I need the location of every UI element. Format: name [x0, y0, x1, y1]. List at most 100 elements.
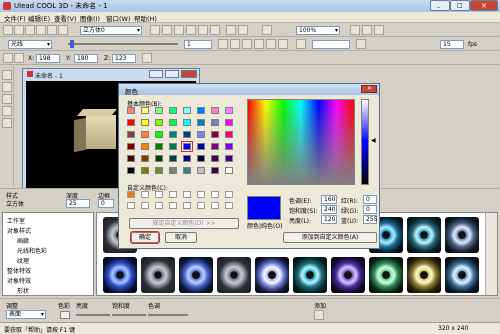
color-spectrum[interactable] — [247, 99, 355, 185]
basic-color-swatch[interactable] — [197, 167, 205, 174]
custom-color-swatch[interactable] — [211, 202, 219, 209]
hue-slider[interactable] — [148, 314, 188, 316]
custom-color-swatch[interactable] — [169, 202, 177, 209]
tree-item-gallery[interactable]: 画廊 — [17, 236, 29, 245]
basic-color-swatch[interactable] — [225, 143, 233, 150]
custom-color-swatch[interactable] — [155, 191, 163, 198]
cube-front-face[interactable] — [86, 115, 116, 149]
tree-item-object-effects[interactable]: 对象特效 — [7, 276, 31, 285]
fps-field[interactable]: 15 — [440, 40, 464, 49]
basic-color-swatch[interactable] — [169, 167, 177, 174]
basic-color-swatch[interactable] — [141, 167, 149, 174]
timeline-slider[interactable] — [68, 43, 178, 45]
undo-icon[interactable] — [262, 25, 272, 35]
gallery-thumb[interactable] — [217, 257, 251, 293]
basic-color-swatch[interactable] — [197, 107, 205, 114]
menu-window[interactable]: 窗口(W) — [106, 13, 131, 23]
delete-icon[interactable] — [238, 25, 248, 35]
frame-count-field[interactable] — [312, 40, 350, 49]
custom-color-swatch[interactable] — [127, 191, 135, 198]
save-icon[interactable] — [25, 25, 35, 35]
basic-color-swatch[interactable] — [211, 119, 219, 126]
custom-color-swatch[interactable] — [141, 191, 149, 198]
basic-color-swatch[interactable] — [155, 167, 163, 174]
basic-color-swatch[interactable] — [169, 107, 177, 114]
open-icon[interactable] — [14, 25, 24, 35]
menu-image[interactable]: 图像(I) — [80, 13, 100, 23]
basic-color-swatch[interactable] — [197, 131, 205, 138]
custom-color-swatch[interactable] — [183, 202, 191, 209]
basic-color-swatch[interactable] — [225, 167, 233, 174]
basic-color-swatch[interactable] — [183, 155, 191, 162]
rotate-tool-icon[interactable] — [2, 94, 12, 104]
custom-color-swatch[interactable] — [197, 202, 205, 209]
custom-color-swatch[interactable] — [225, 202, 233, 209]
reset-icon[interactable] — [142, 53, 152, 63]
basic-color-swatch[interactable] — [183, 131, 191, 138]
custom-color-swatch[interactable] — [155, 202, 163, 209]
next-frame-icon[interactable] — [266, 39, 276, 49]
object-combo[interactable]: 光线 — [8, 40, 52, 49]
menu-help[interactable]: 帮助(H) — [134, 13, 157, 23]
basic-color-swatch[interactable] — [141, 143, 149, 150]
gallery-thumb[interactable] — [331, 257, 365, 293]
menu-edit[interactable]: 编辑(E) — [28, 13, 50, 23]
last-frame-icon[interactable] — [278, 39, 288, 49]
basic-color-swatch[interactable] — [197, 119, 205, 126]
doc-maximize-button[interactable] — [165, 70, 179, 78]
zoom-in-icon[interactable] — [350, 25, 360, 35]
basic-color-swatch[interactable] — [211, 155, 219, 162]
fit-icon[interactable] — [374, 25, 384, 35]
frame-field[interactable]: 1 — [184, 40, 212, 49]
gallery-thumb[interactable] — [445, 217, 479, 253]
tree-item-studio[interactable]: 工作室 — [7, 216, 25, 225]
gallery-thumb[interactable] — [407, 257, 441, 293]
custom-color-swatch[interactable] — [169, 191, 177, 198]
hue-field[interactable]: 160 — [321, 195, 337, 204]
gallery-thumb[interactable] — [407, 217, 441, 253]
select-tool-icon[interactable] — [2, 70, 12, 80]
basic-color-swatch[interactable] — [211, 143, 219, 150]
gallery-thumb[interactable] — [369, 257, 403, 293]
gallery-thumb[interactable] — [141, 257, 175, 293]
luminance-slider[interactable] — [361, 99, 369, 185]
basic-color-swatch[interactable] — [211, 107, 219, 114]
doc-close-button[interactable] — [181, 70, 197, 78]
custom-color-swatch[interactable] — [211, 191, 219, 198]
new-icon[interactable] — [3, 25, 13, 35]
gallery-thumb[interactable] — [179, 257, 213, 293]
add-button[interactable] — [314, 310, 324, 320]
basic-color-swatch[interactable] — [155, 155, 163, 162]
preset-combo[interactable]: 立方体0 — [80, 26, 142, 35]
basic-color-swatch[interactable] — [169, 131, 177, 138]
adjust-combo[interactable]: 表面 — [6, 310, 46, 319]
green-field[interactable]: 0 — [363, 205, 377, 214]
basic-color-swatch[interactable] — [127, 107, 135, 114]
basic-color-swatch[interactable] — [225, 155, 233, 162]
luminance-arrow-icon[interactable]: ◀ — [371, 137, 376, 144]
basic-color-swatch[interactable] — [127, 143, 135, 150]
add-to-custom-colors-button[interactable]: 添加到自定义颜色(A) — [283, 232, 377, 243]
y-field[interactable]: 180 — [74, 54, 98, 63]
border-field[interactable]: 0 — [98, 199, 114, 208]
rotate-icon[interactable] — [14, 53, 24, 63]
tree-item-global-effects[interactable]: 整体特效 — [7, 266, 31, 275]
basic-color-swatch[interactable] — [183, 107, 191, 114]
sat-field[interactable]: 240 — [321, 205, 337, 214]
basic-color-swatch[interactable] — [127, 119, 135, 126]
camera-tool-icon[interactable] — [2, 118, 12, 128]
basic-color-swatch[interactable] — [127, 131, 135, 138]
basic-color-swatch[interactable] — [169, 119, 177, 126]
tree-item-object-style[interactable]: 对象样式 — [7, 226, 31, 235]
basic-color-swatch[interactable] — [183, 119, 191, 126]
gallery-thumb[interactable] — [293, 257, 327, 293]
paste-icon[interactable] — [58, 25, 68, 35]
first-frame-icon[interactable] — [218, 39, 228, 49]
basic-color-swatch[interactable] — [141, 107, 149, 114]
minimize-button[interactable]: – — [430, 0, 450, 11]
menu-view[interactable]: 查看(V) — [54, 13, 77, 23]
maximize-button[interactable]: □ — [450, 0, 470, 11]
custom-color-swatch[interactable] — [197, 191, 205, 198]
basic-color-swatch[interactable] — [155, 143, 163, 150]
zoom-combo[interactable]: 100% — [296, 26, 340, 35]
